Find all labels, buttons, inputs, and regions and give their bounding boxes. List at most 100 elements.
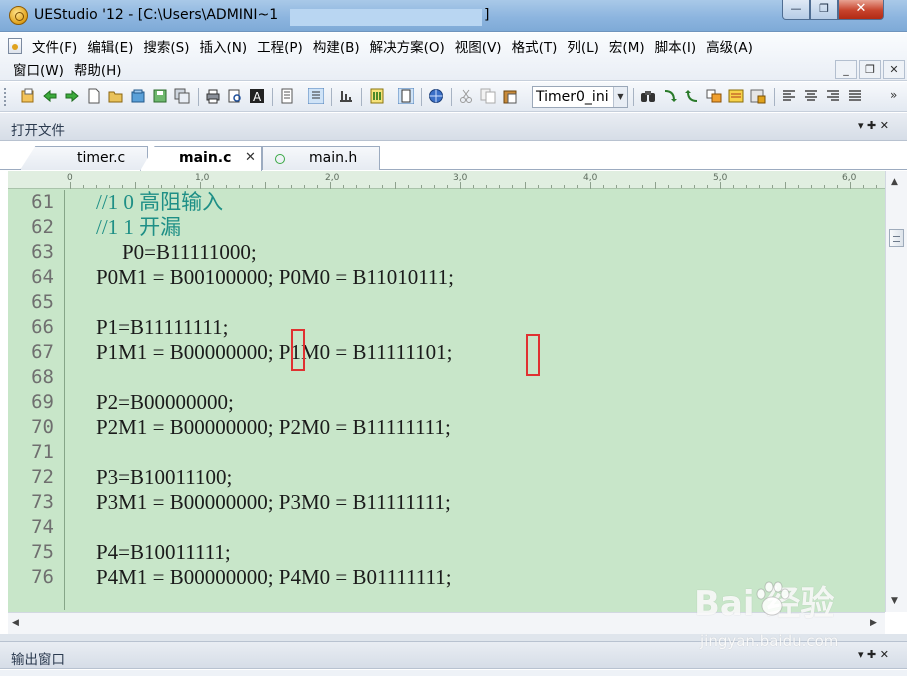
menu-insert[interactable]: 插入(N)	[195, 36, 253, 56]
code-line[interactable]: 63 P0=B11111000;	[31, 240, 885, 265]
replace-icon[interactable]	[706, 88, 722, 104]
menu-column[interactable]: 列(L)	[562, 36, 604, 56]
paste-icon[interactable]	[502, 88, 518, 104]
code-line[interactable]: 76 P4M1 = B00000000; P4M0 = B01111111;	[31, 565, 885, 590]
chevron-down-icon[interactable]: ▼	[613, 87, 627, 107]
code-text[interactable]: //1 1 开漏	[96, 215, 181, 240]
align-center-icon[interactable]	[803, 88, 819, 104]
new-project-icon[interactable]	[20, 88, 36, 104]
minimize-button[interactable]: —	[782, 0, 810, 20]
page-view-icon[interactable]	[398, 88, 414, 104]
tab-main-c[interactable]: main.c ✕	[140, 146, 262, 171]
mdi-minimize-button[interactable]: _	[835, 60, 857, 79]
horizontal-scrollbar[interactable]: ◀ ▶	[8, 612, 885, 634]
cut-icon[interactable]	[458, 88, 474, 104]
align-right-icon[interactable]	[825, 88, 841, 104]
code-text[interactable]: P2=B00000000;	[96, 390, 234, 415]
code-text[interactable]: P1=B11111111;	[96, 315, 228, 340]
bookmark-list-icon[interactable]	[369, 88, 385, 104]
back-arrow-icon[interactable]	[42, 88, 58, 104]
find-in-files-icon[interactable]	[728, 88, 744, 104]
menu-project[interactable]: 工程(P)	[252, 36, 308, 56]
menu-file[interactable]: 文件(F)	[27, 36, 82, 56]
tab-timer-c[interactable]: timer.c	[20, 146, 148, 170]
code-text[interactable]: P2M1 = B00000000; P2M0 = B11111111;	[96, 415, 451, 440]
function-list-combo[interactable]: Timer0_ini ▼	[532, 86, 628, 108]
mdi-close-button[interactable]: ✕	[883, 60, 905, 79]
align-left-icon[interactable]	[781, 88, 797, 104]
scroll-down-icon[interactable]: ▼	[891, 596, 898, 606]
print-icon[interactable]	[205, 88, 221, 104]
toolbar-grip[interactable]	[4, 88, 7, 106]
close-icon[interactable]: ✕	[245, 147, 256, 169]
code-line[interactable]: 75 P4=B10011111;	[31, 540, 885, 565]
code-line[interactable]: 65	[31, 290, 885, 315]
code-text[interactable]: P0M1 = B00100000; P0M0 = B11010111;	[96, 265, 454, 290]
find-next-icon[interactable]	[662, 88, 678, 104]
code-line[interactable]: 66 P1=B11111111;	[31, 315, 885, 340]
code-text[interactable]: P1M1 = B00000000; P1M0 = B11111101;	[96, 340, 452, 365]
justify-icon[interactable]	[847, 88, 863, 104]
menu-format[interactable]: 格式(T)	[507, 36, 563, 56]
code-text[interactable]: P3M1 = B00000000; P3M0 = B11111111;	[96, 490, 451, 515]
text-document-icon[interactable]	[279, 88, 295, 104]
menu-advanced[interactable]: 高级(A)	[701, 36, 758, 56]
menu-solution[interactable]: 解决方案(O)	[365, 36, 450, 56]
uestudio-app-icon[interactable]	[9, 6, 28, 25]
code-line[interactable]: 68	[31, 365, 885, 390]
tab-main-h[interactable]: main.h	[262, 146, 380, 170]
maximize-button[interactable]: ❐	[810, 0, 838, 20]
code-area[interactable]: 61 //1 0 高阻输入 62 //1 1 开漏 63 P0=B11111000; 64 P…	[31, 190, 885, 612]
find-previous-icon[interactable]	[684, 88, 700, 104]
open-folder-icon[interactable]	[108, 88, 124, 104]
menu-window[interactable]: 窗口(W)	[8, 59, 69, 79]
menu-macro[interactable]: 宏(M)	[604, 36, 650, 56]
code-line[interactable]: 71	[31, 440, 885, 465]
code-line[interactable]: 62 //1 1 开漏	[31, 215, 885, 240]
code-text[interactable]: P3=B10011100;	[96, 465, 232, 490]
code-line[interactable]: 74	[31, 515, 885, 540]
scroll-right-icon[interactable]: ▶	[870, 618, 877, 628]
menu-search[interactable]: 搜索(S)	[138, 36, 194, 56]
code-editor[interactable]: 0 1,0 2,0 3,0 4,0 5,0 6,0 61//1 0 高阻输入 62…	[8, 171, 885, 612]
open-workspace-icon[interactable]	[130, 88, 146, 104]
copy-icon[interactable]	[480, 88, 496, 104]
scroll-up-icon[interactable]: ▲	[891, 177, 898, 187]
panel-splitter[interactable]	[0, 634, 907, 641]
toolbar-overflow-icon[interactable]: »	[890, 88, 897, 102]
panel-controls[interactable]: ▾ ✚ ✕	[858, 648, 889, 661]
menu-view[interactable]: 视图(V)	[450, 36, 507, 56]
code-text[interactable]: P4M1 = B00000000; P4M0 = B01111111;	[96, 565, 452, 590]
code-line[interactable]: 72 P3=B10011100;	[31, 465, 885, 490]
new-file-icon[interactable]	[86, 88, 102, 104]
menu-build[interactable]: 构建(B)	[308, 36, 365, 56]
forward-arrow-icon[interactable]	[64, 88, 80, 104]
browser-globe-icon[interactable]	[428, 88, 444, 104]
save-all-icon[interactable]	[174, 88, 190, 104]
close-button[interactable]: ✕	[838, 0, 884, 20]
code-line[interactable]: 64 P0M1 = B00100000; P0M0 = B11010111;	[31, 265, 885, 290]
save-icon[interactable]	[152, 88, 168, 104]
print-preview-icon[interactable]	[227, 88, 243, 104]
code-text[interactable]: //1 0 高阻输入	[96, 190, 223, 215]
mdi-restore-button[interactable]: ❐	[859, 60, 881, 79]
code-line[interactable]: 61 //1 0 高阻输入	[31, 190, 885, 215]
word-wrap-icon[interactable]	[308, 88, 324, 104]
find-binoculars-icon[interactable]	[640, 88, 656, 104]
menu-script[interactable]: 脚本(I)	[650, 36, 702, 56]
scroll-left-icon[interactable]: ◀	[12, 618, 19, 628]
document-icon[interactable]	[8, 38, 22, 54]
replace-in-files-icon[interactable]	[750, 88, 766, 104]
code-line[interactable]: 67 P1M1 = B00000000; P1M0 = B11111101;	[31, 340, 885, 365]
column-mode-icon[interactable]	[338, 88, 354, 104]
code-text[interactable]: P4=B10011111;	[96, 540, 231, 565]
menu-help[interactable]: 帮助(H)	[69, 59, 127, 79]
menu-edit[interactable]: 编辑(E)	[82, 36, 138, 56]
code-text[interactable]: P0=B11111000;	[122, 240, 257, 265]
font-icon[interactable]: A	[249, 88, 265, 104]
vertical-scrollbar[interactable]: ▲ ▼	[885, 171, 907, 612]
code-line[interactable]: 73 P3M1 = B00000000; P3M0 = B11111111;	[31, 490, 885, 515]
scroll-thumb[interactable]	[889, 229, 904, 247]
code-line[interactable]: 69 P2=B00000000;	[31, 390, 885, 415]
panel-controls[interactable]: ▾ ✚ ✕	[858, 119, 889, 132]
